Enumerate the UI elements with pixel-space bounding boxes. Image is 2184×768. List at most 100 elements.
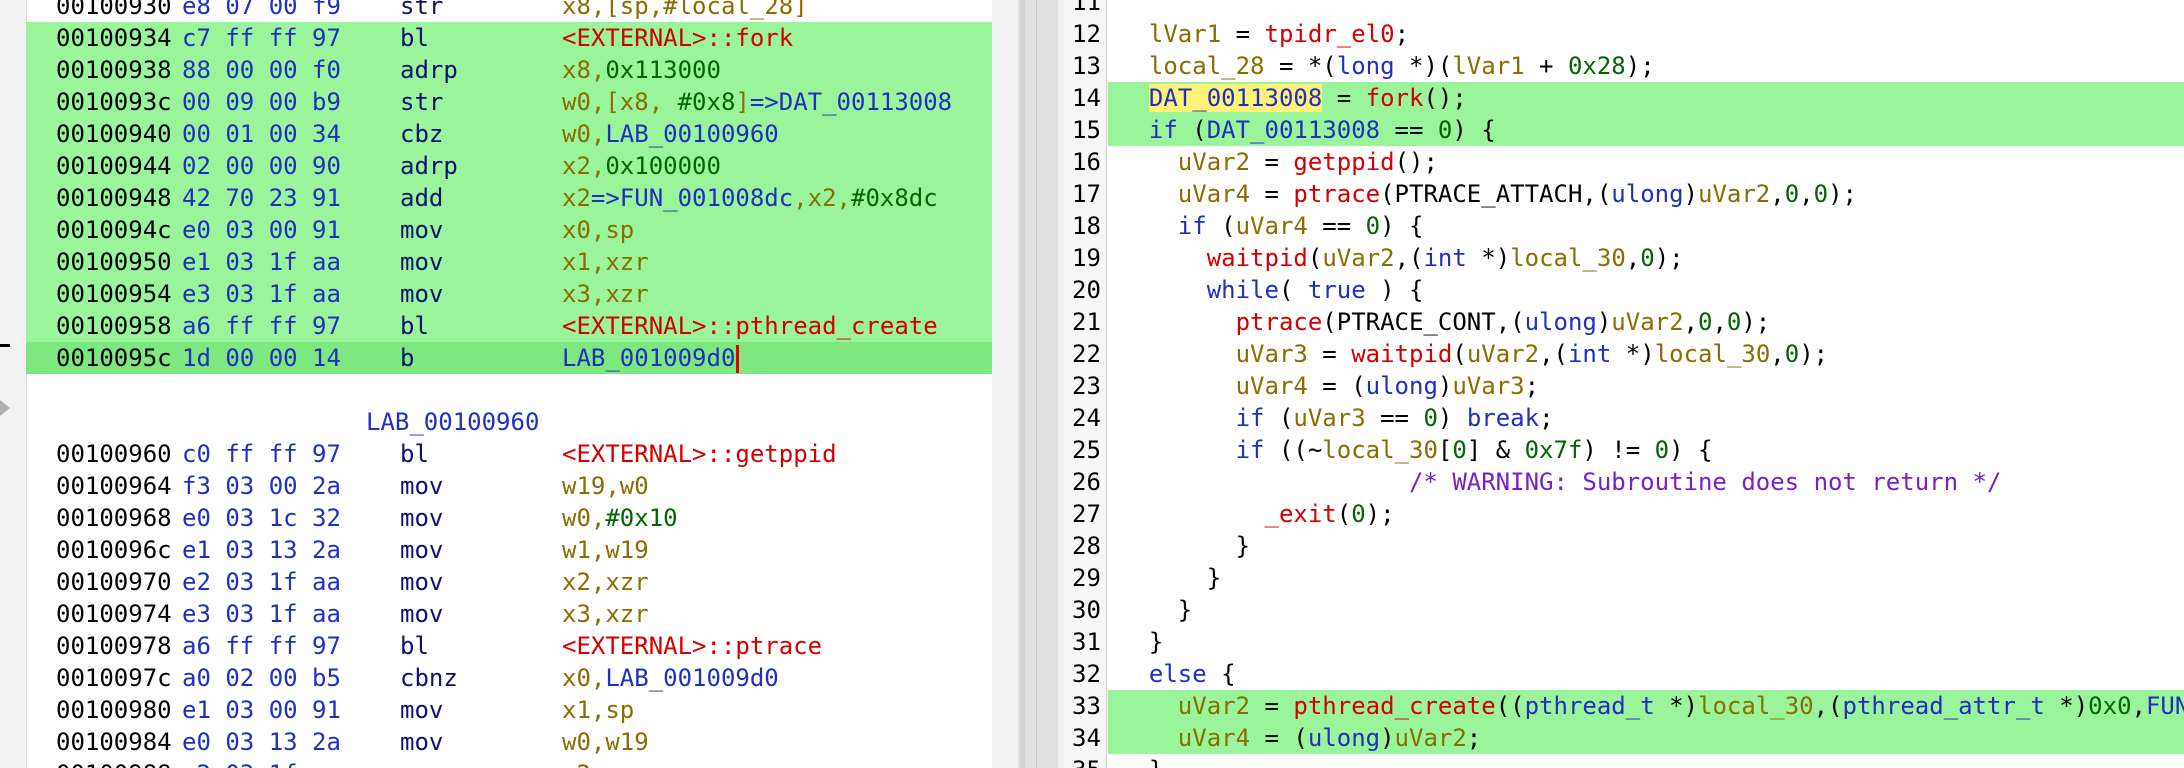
listing-row[interactable]: 00100950 e1 03 1f aa mov x1,xzr <box>26 246 992 278</box>
instruction-operands[interactable]: x2=>FUN_001008dc,x2,#0x8dc <box>562 182 938 214</box>
code-text[interactable]: else { <box>1108 658 2184 690</box>
listing-row[interactable]: 00100964 f3 03 00 2a mov w19,w0 <box>26 470 992 502</box>
code-text[interactable]: } <box>1108 754 2184 768</box>
code-text[interactable]: DAT_00113008 = fork(); <box>1108 82 2184 114</box>
instruction-operands[interactable]: <EXTERNAL>::getppid <box>562 438 837 470</box>
code-token[interactable]: uVar2 <box>1698 180 1770 208</box>
decompiler-line[interactable]: 21 ptrace(PTRACE_CONT,(ulong)uVar2,0,0); <box>1064 306 2184 338</box>
code-token[interactable]: uVar2 <box>1178 692 1250 720</box>
listing-row[interactable]: 00100930 e8 07 00 f9 str x8,[sp,#local_28] <box>26 0 992 22</box>
decompiler-line[interactable]: 33 uVar2 = pthread_create((pthread_t *)l… <box>1064 690 2184 722</box>
code-token[interactable]: local_30 <box>1698 692 1814 720</box>
code-token[interactable]: uVar3 <box>1452 372 1524 400</box>
instruction-operands[interactable]: w19,w0 <box>562 470 649 502</box>
code-text[interactable]: } <box>1108 626 2184 658</box>
code-text[interactable]: lVar1 = tpidr_el0; <box>1108 18 2184 50</box>
code-text[interactable]: waitpid(uVar2,(int *)local_30,0); <box>1108 242 2184 274</box>
decompiler-line[interactable]: 17 uVar4 = ptrace(PTRACE_ATTACH,(ulong)u… <box>1064 178 2184 210</box>
listing-row[interactable]: 0010094c e0 03 00 91 mov x0,sp <box>26 214 992 246</box>
instruction-operands[interactable]: x2,0x100000 <box>562 150 721 182</box>
listing-row[interactable]: 00100938 88 00 00 f0 adrp x8,0x113000 <box>26 54 992 86</box>
instruction-operands[interactable]: LAB_001009d0 <box>562 342 740 374</box>
code-token[interactable]: DAT_00113008 <box>1207 116 1380 144</box>
instruction-operands[interactable]: x0,sp <box>562 214 634 246</box>
decompiler-line[interactable]: 28 } <box>1064 530 2184 562</box>
code-text[interactable]: } <box>1108 594 2184 626</box>
instruction-operands[interactable]: w1,w19 <box>562 534 649 566</box>
code-text[interactable] <box>1108 0 2184 18</box>
code-token[interactable]: uVar2 <box>1322 244 1394 272</box>
code-token[interactable]: FUN_001008dc <box>2146 692 2184 720</box>
operand-token[interactable]: =>DAT_00113008 <box>750 88 952 116</box>
code-token[interactable]: local_30 <box>1322 436 1438 464</box>
listing-row[interactable]: 0010097c a0 02 00 b5 cbnz x0,LAB_001009d0 <box>26 662 992 694</box>
code-text[interactable]: uVar4 = ptrace(PTRACE_ATTACH,(ulong)uVar… <box>1108 178 2184 210</box>
instruction-operands[interactable]: x3,xzr <box>562 598 649 630</box>
instruction-operands[interactable]: w0,#0x10 <box>562 502 678 534</box>
code-token[interactable]: tpidr_el0 <box>1265 20 1395 48</box>
code-text[interactable]: if (uVar4 == 0) { <box>1108 210 2184 242</box>
decompiler-line[interactable]: 32 else { <box>1064 658 2184 690</box>
decompiler-line[interactable]: 24 if (uVar3 == 0) break; <box>1064 402 2184 434</box>
decompiler-line[interactable]: 26 /* WARNING: Subroutine does not retur… <box>1064 466 2184 498</box>
decompiler-line[interactable]: 16 uVar2 = getppid(); <box>1064 146 2184 178</box>
code-token[interactable]: uVar2 <box>1611 308 1683 336</box>
operand-token[interactable]: <EXTERNAL>::ptrace <box>562 632 822 660</box>
decompiler-line[interactable]: 11 <box>1064 0 2184 18</box>
decompiler-line[interactable]: 31 } <box>1064 626 2184 658</box>
decompiler-line[interactable]: 20 while( true ) { <box>1064 274 2184 306</box>
code-label[interactable]: LAB_00100960 <box>26 406 992 438</box>
code-token[interactable]: uVar3 <box>1236 340 1308 368</box>
listing-row[interactable]: 0010095c 1d 00 00 14 b LAB_001009d0 <box>26 342 992 374</box>
code-token[interactable]: uVar4 <box>1236 212 1308 240</box>
listing-row[interactable]: 0010093c 00 09 00 b9 str w0,[x8, #0x8]=>DAT… <box>26 86 992 118</box>
code-text[interactable]: ptrace(PTRACE_CONT,(ulong)uVar2,0,0); <box>1108 306 2184 338</box>
listing-row[interactable]: 00100954 e3 03 1f aa mov x3,xzr <box>26 278 992 310</box>
listing-row[interactable]: 00100978 a6 ff ff 97 bl <EXTERNAL>::ptrace <box>26 630 992 662</box>
listing-row[interactable]: 00100944 02 00 00 90 adrp x2,0x100000 <box>26 150 992 182</box>
instruction-operands[interactable]: x2,xzr <box>562 566 649 598</box>
instruction-operands[interactable]: <EXTERNAL>::ptrace <box>562 630 822 662</box>
decompiler-line[interactable]: 15 if (DAT_00113008 == 0) { <box>1064 114 2184 146</box>
code-token[interactable]: fork <box>1366 84 1424 112</box>
code-text[interactable]: if ((~local_30[0] & 0x7f) != 0) { <box>1108 434 2184 466</box>
code-token[interactable]: pthread_create <box>1293 692 1495 720</box>
instruction-operands[interactable]: x8,[sp,#local_28] <box>562 0 808 22</box>
code-token[interactable]: local_30 <box>1655 340 1771 368</box>
splitter-grip[interactable] <box>1020 0 1025 768</box>
decompiler-line[interactable]: 13 local_28 = *(long *)(lVar1 + 0x28); <box>1064 50 2184 82</box>
listing-row[interactable]: 00100984 e0 03 13 2a mov w0,w19 <box>26 726 992 758</box>
instruction-operands[interactable]: <EXTERNAL>::pthread_create <box>562 310 938 342</box>
code-text[interactable]: /* WARNING: Subroutine does not return *… <box>1108 466 2184 498</box>
listing-panel[interactable]: 00100930 e8 07 00 f9 str x8,[sp,#local_28] 0… <box>0 0 992 768</box>
listing-row[interactable]: 0010096c e1 03 13 2a mov w1,w19 <box>26 534 992 566</box>
decompiler-line[interactable]: 25 if ((~local_30[0] & 0x7f) != 0) { <box>1064 434 2184 466</box>
decompiler-line[interactable]: 30 } <box>1064 594 2184 626</box>
instruction-operands[interactable]: x8,0x113000 <box>562 54 721 86</box>
instruction-operands[interactable]: x0,LAB_001009d0 <box>562 662 779 694</box>
operand-token[interactable]: <EXTERNAL>::getppid <box>562 440 837 468</box>
decompiler-line[interactable]: 14 DAT_00113008 = fork(); <box>1064 82 2184 114</box>
decompiler-line[interactable]: 19 waitpid(uVar2,(int *)local_30,0); <box>1064 242 2184 274</box>
code-token[interactable]: waitpid <box>1351 340 1452 368</box>
code-text[interactable]: uVar2 = pthread_create((pthread_t *)loca… <box>1108 690 2184 722</box>
code-token[interactable]: uVar2 <box>1467 340 1539 368</box>
code-token[interactable]: ptrace <box>1293 180 1380 208</box>
code-token[interactable]: uVar4 <box>1178 180 1250 208</box>
decompiler-line[interactable]: 27 _exit(0); <box>1064 498 2184 530</box>
code-text[interactable]: if (uVar3 == 0) break; <box>1108 402 2184 434</box>
instruction-operands[interactable]: x3,xzr <box>562 278 649 310</box>
decompiler-panel[interactable]: 11 12 lVar1 = tpidr_el0; 13 local_28 = *(l… <box>1064 0 2184 768</box>
code-token[interactable]: _exit <box>1265 500 1337 528</box>
instruction-operands[interactable]: <EXTERNAL>::fork <box>562 22 793 54</box>
instruction-operands[interactable]: w0,LAB_00100960 <box>562 118 779 150</box>
code-text[interactable]: uVar4 = (ulong)uVar2; <box>1108 722 2184 754</box>
code-token[interactable]: getppid <box>1293 148 1394 176</box>
code-text[interactable]: } <box>1108 562 2184 594</box>
instruction-operands[interactable]: x1,xzr <box>562 246 649 278</box>
code-text[interactable]: local_28 = *(long *)(lVar1 + 0x28); <box>1108 50 2184 82</box>
listing-row[interactable]: 00100958 a6 ff ff 97 bl <EXTERNAL>::pthread… <box>26 310 992 342</box>
listing-row[interactable]: 00100970 e2 03 1f aa mov x2,xzr <box>26 566 992 598</box>
operand-token[interactable]: <EXTERNAL>::pthread_create <box>562 312 938 340</box>
operand-token[interactable]: =>FUN_001008dc <box>591 184 793 212</box>
